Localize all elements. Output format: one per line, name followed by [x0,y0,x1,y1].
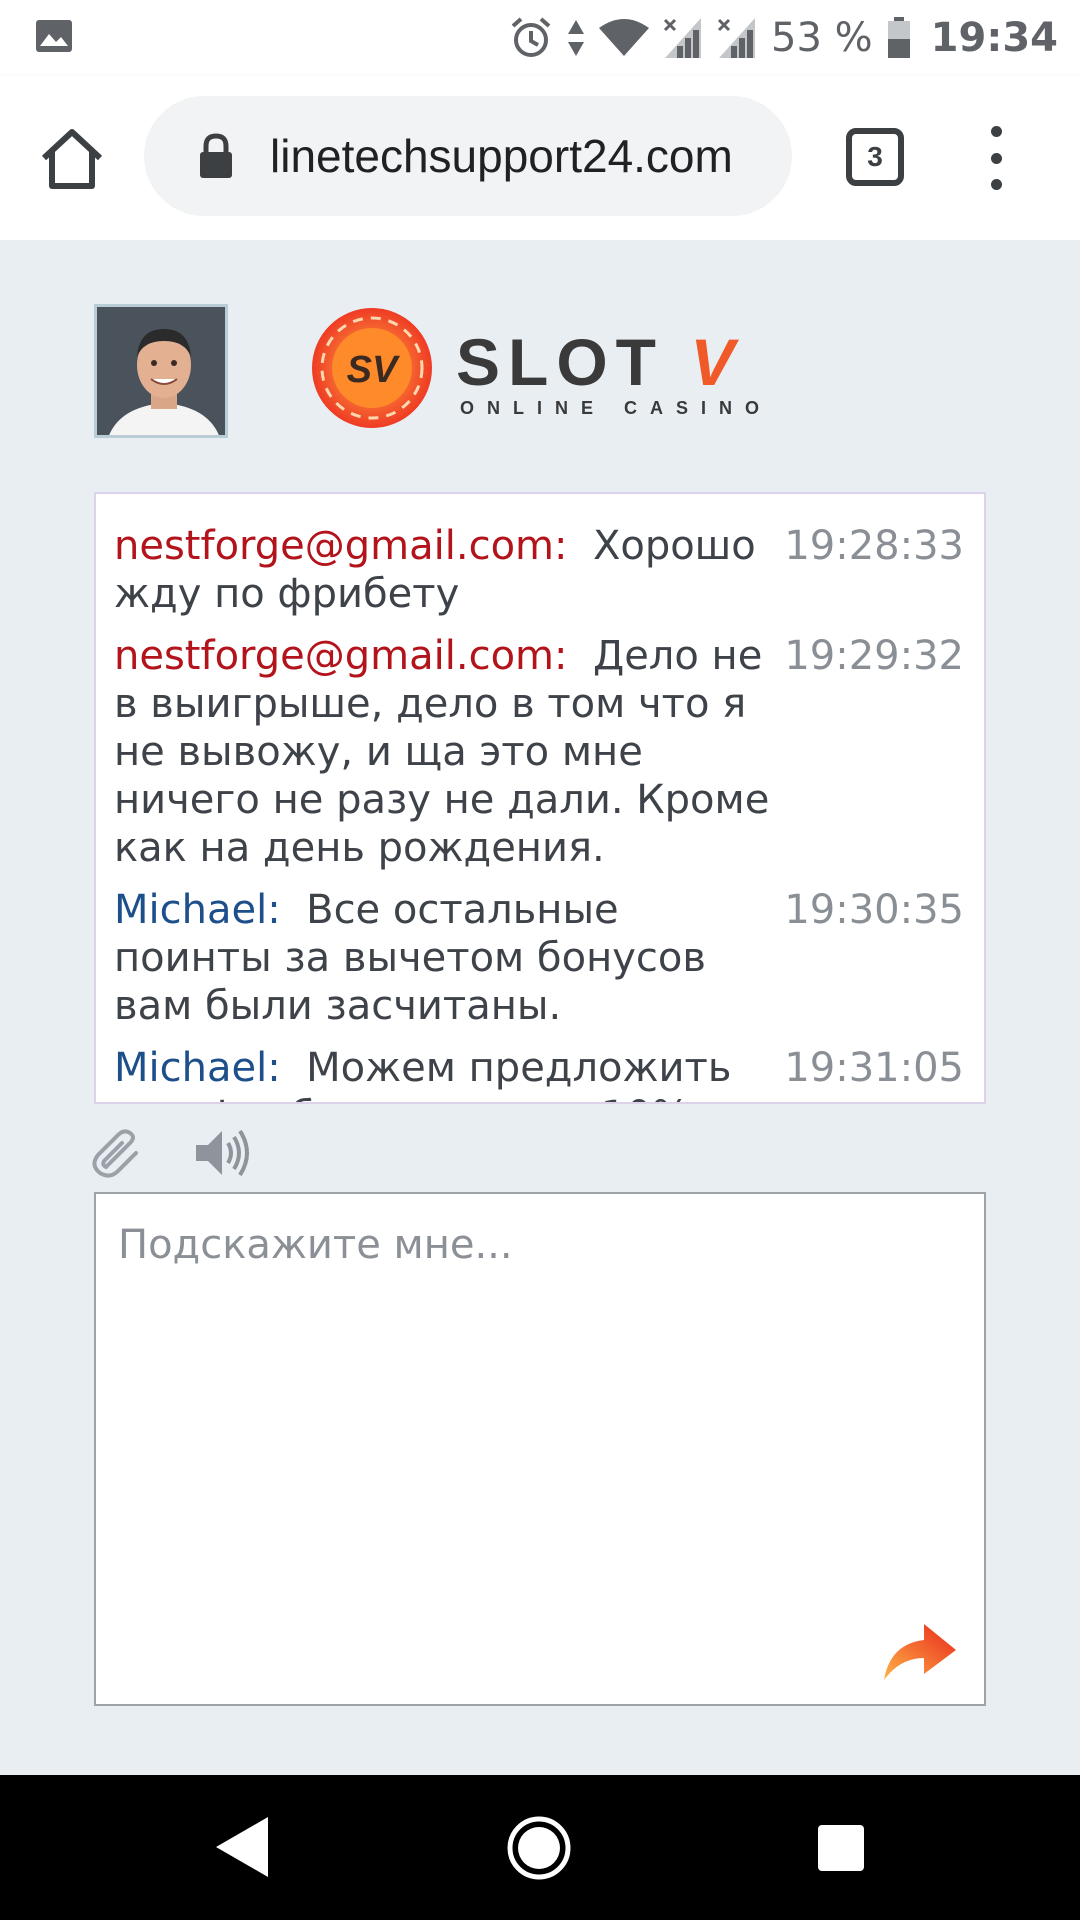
data-arrows-icon [568,20,585,56]
chat-message: Michael: Можем предложить вам фрибет в р… [96,1044,984,1102]
wifi-icon [599,19,650,56]
message-placeholder: Подскажите мне... [118,1222,513,1268]
clock: 19:34 [930,15,1058,61]
chat-message: Michael: Все остальные поинты за вычетом… [96,886,984,1030]
address-bar[interactable]: linetechsupport24.com [144,96,792,216]
message-author: Michael: [114,1045,281,1091]
chat-log[interactable]: nestforge@gmail.com: Хорошо жду по фрибе… [94,492,986,1104]
logo-title: SLOT V [456,325,743,399]
battery-icon [887,17,910,58]
message-input[interactable]: Подскажите мне... [94,1192,986,1706]
message-author: nestforge@gmail.com: [114,633,568,679]
chat-message: nestforge@gmail.com: Дело не в выигрыше,… [96,632,984,872]
message-time: 19:31:05 [784,1045,964,1091]
system-nav-bar [0,1775,1080,1920]
logo-subtitle: ONLINE CASINO [460,398,773,418]
message-time: 19:28:33 [784,523,964,569]
agent-avatar [94,304,228,438]
url-text: linetechsupport24.com [270,130,733,182]
logo-badge-icon: SV [312,308,432,428]
status-bar: 53 % 19:34 [0,0,1080,76]
image-icon [36,20,72,52]
paperclip-icon[interactable] [92,1127,144,1179]
home-circle-icon[interactable] [506,1815,572,1881]
signal-x-icon [663,18,702,58]
battery-percent: 53 % [771,15,873,61]
chat-toolbar [92,1118,250,1188]
home-icon[interactable] [36,122,108,194]
back-icon[interactable] [214,1815,270,1879]
chat-page: SV SLOT V ONLINE CASINO nestforge@gmail.… [0,240,1080,1775]
clipped-previous-message [96,494,984,522]
speaker-icon[interactable] [192,1127,250,1179]
message-author: Michael: [114,887,281,933]
casino-logo: SV SLOT V ONLINE CASINO [306,306,776,436]
recents-icon[interactable] [818,1825,864,1871]
message-time: 19:30:35 [784,887,964,933]
browser-menu-icon[interactable] [976,126,1016,190]
alarm-icon [511,17,551,57]
lock-icon [200,133,232,178]
tab-switcher-button[interactable]: 3 [846,128,904,186]
chat-message: nestforge@gmail.com: Хорошо жду по фрибе… [96,522,984,618]
signal-x-icon [717,18,756,58]
send-icon[interactable] [880,1614,960,1684]
message-time: 19:29:32 [784,633,964,679]
message-author: nestforge@gmail.com: [114,523,568,569]
browser-toolbar: linetechsupport24.com 3 [0,76,1080,240]
svg-text:SV: SV [347,349,400,391]
